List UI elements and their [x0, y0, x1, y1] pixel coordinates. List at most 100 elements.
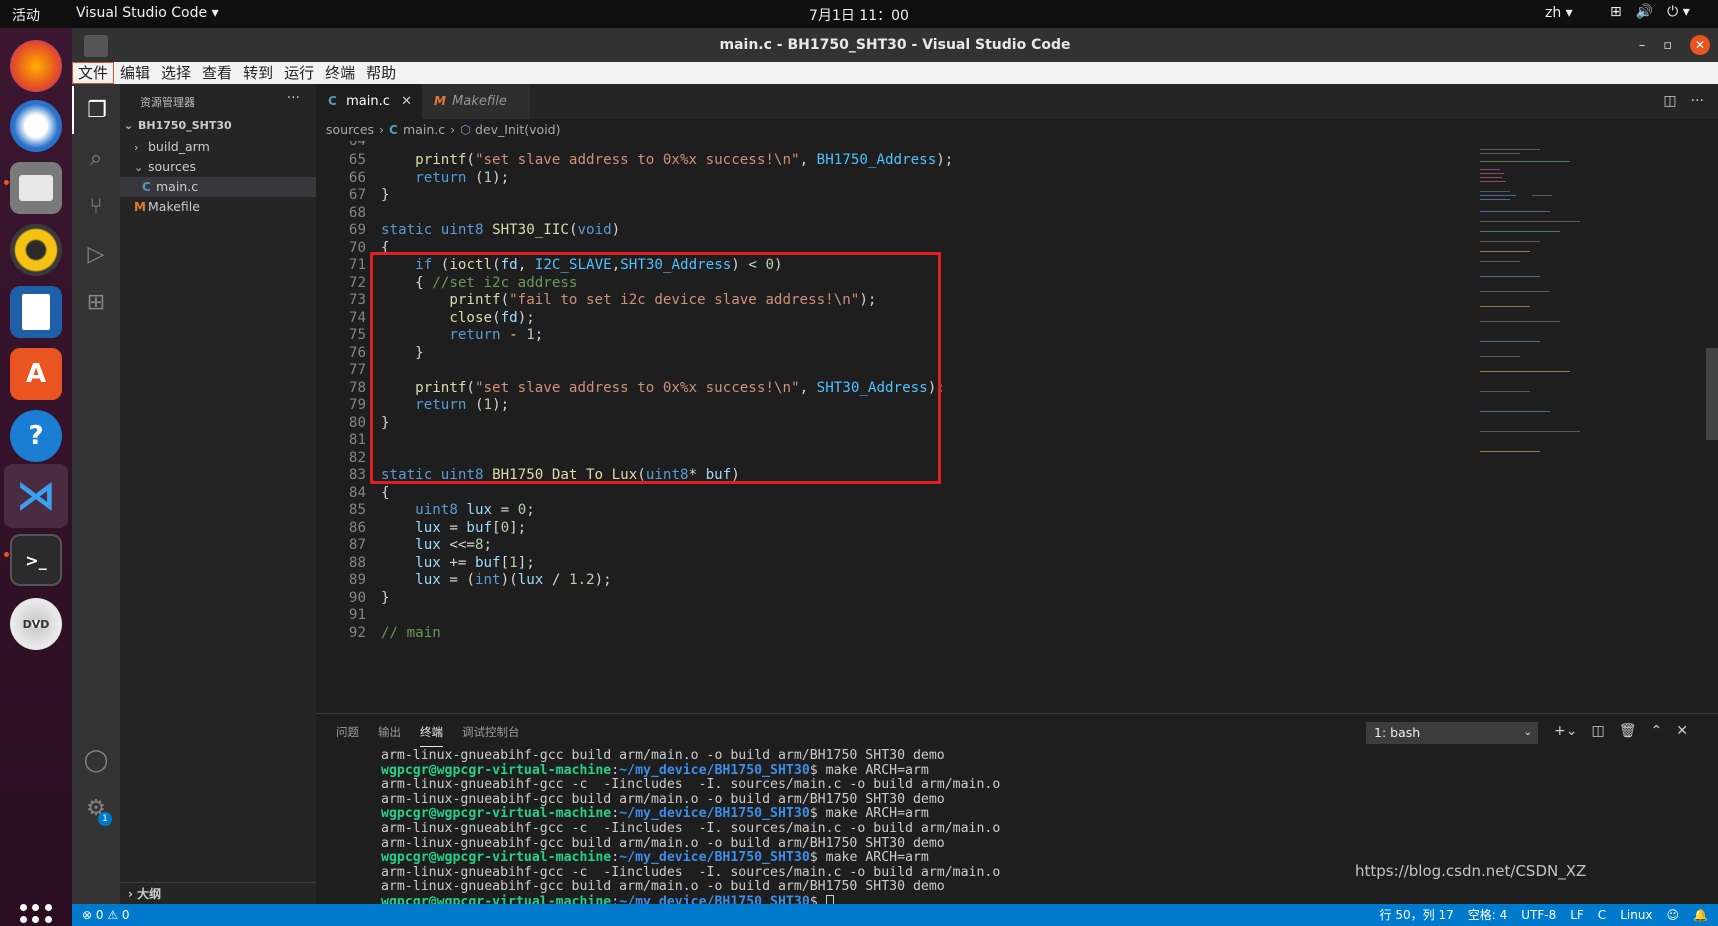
code-line: 84{: [316, 484, 1466, 503]
tab-output[interactable]: 输出: [378, 724, 401, 740]
network-icon[interactable]: ⊞: [1610, 4, 1622, 20]
chevron-down-icon: ⌄: [134, 161, 144, 174]
tab-label: main.c: [346, 94, 390, 109]
window-controls: – ▫ ✕: [1639, 35, 1710, 55]
maximize-panel-icon[interactable]: ⌃: [1650, 723, 1662, 739]
indentation-status[interactable]: 空格: 4: [1468, 904, 1508, 926]
power-icon[interactable]: ⏻ ▾: [1667, 4, 1690, 20]
encoding-status[interactable]: UTF-8: [1521, 904, 1556, 926]
line-number: 70: [348, 239, 366, 256]
code-editor[interactable]: 64 65 printf("set slave address to 0x%x …: [316, 141, 1472, 713]
update-badge: 1: [98, 812, 112, 826]
run-debug-icon[interactable]: ▷: [72, 230, 120, 278]
manage-gear-icon[interactable]: ⚙ 1: [72, 784, 120, 832]
menu-run[interactable]: 运行: [279, 62, 319, 84]
activity-bar: ❐ ⌕ ⑂ ▷ ⊞ ◯ ⚙ 1: [72, 84, 120, 904]
terminal-prompt-line: wgpcgr@wgpcgr-virtual-machine:~/my_devic…: [381, 850, 929, 866]
line-number: 68: [348, 204, 366, 221]
menu-terminal[interactable]: 终端: [320, 62, 360, 84]
breadcrumb-file[interactable]: main.c: [403, 122, 445, 137]
tree-item-main-c[interactable]: Cmain.c: [120, 177, 316, 197]
makefile-icon: M: [434, 94, 446, 108]
rhythmbox-icon[interactable]: [10, 224, 62, 276]
problems-status[interactable]: ⊗ 0 ⚠ 0: [82, 904, 130, 926]
volume-icon[interactable]: 🔊: [1636, 4, 1653, 20]
menu-help[interactable]: 帮助: [361, 62, 401, 84]
libreoffice-writer-icon[interactable]: [10, 286, 62, 338]
line-number: 72: [348, 274, 366, 291]
breadcrumb-folder[interactable]: sources: [326, 122, 374, 137]
terminal-icon[interactable]: >_: [10, 534, 62, 586]
terminal-select[interactable]: 1: bash ⌄: [1366, 722, 1538, 744]
chevron-down-icon: ⌄: [124, 119, 134, 132]
software-center-icon[interactable]: A: [10, 348, 62, 400]
tree-item-sources[interactable]: ⌄ sources: [120, 157, 316, 177]
editor-scrollbar[interactable]: [1706, 348, 1718, 440]
tree-item-label: sources: [148, 159, 197, 174]
line-number: 74: [348, 309, 366, 326]
explorer-more-actions[interactable]: ···: [287, 90, 300, 106]
explorer-icon[interactable]: ❐: [72, 86, 120, 134]
system-tray[interactable]: ⊞ 🔊 ⏻ ▾: [1610, 4, 1690, 20]
split-editor-icon[interactable]: ◫: [1663, 93, 1676, 109]
menu-file[interactable]: 文件: [72, 62, 115, 84]
line-number: 82: [348, 449, 366, 466]
tree-item-build-arm[interactable]: › build_arm: [120, 137, 316, 157]
minimize-icon[interactable]: –: [1639, 38, 1646, 53]
terminal-line: arm-linux-gnueabihf-gcc build arm/main.o…: [381, 835, 945, 851]
thunderbird-icon[interactable]: [10, 100, 62, 152]
line-number: 69: [348, 222, 366, 238]
symbol-method-icon: ⬡: [460, 122, 472, 137]
platform-status[interactable]: Linux: [1620, 904, 1652, 926]
help-icon[interactable]: ?: [10, 410, 62, 462]
terminal-prompt-line: wgpcgr@wgpcgr-virtual-machine:~/my_devic…: [381, 762, 929, 778]
more-actions-icon[interactable]: ···: [1691, 93, 1704, 109]
files-icon[interactable]: [10, 162, 62, 214]
dvd-icon[interactable]: DVD: [10, 598, 62, 650]
kill-terminal-icon[interactable]: 🗑: [1619, 723, 1637, 739]
source-control-icon[interactable]: ⑂: [72, 182, 120, 230]
split-terminal-icon[interactable]: ◫: [1591, 723, 1604, 739]
menu-edit[interactable]: 编辑: [115, 62, 155, 84]
menu-selection[interactable]: 选择: [156, 62, 196, 84]
notifications-icon[interactable]: 🔔: [1693, 904, 1708, 926]
menu-go[interactable]: 转到: [238, 62, 278, 84]
app-menu[interactable]: Visual Studio Code ▾: [76, 5, 219, 21]
feedback-icon[interactable]: ☺: [1667, 904, 1680, 926]
line-number: 86: [348, 519, 366, 536]
minimap[interactable]: [1472, 141, 1718, 713]
clock[interactable]: 7月1日 11：00: [809, 8, 909, 24]
input-language[interactable]: zh ▾: [1545, 5, 1573, 21]
code-line: 87 lux <<=8;: [316, 536, 1466, 555]
breadcrumb-symbol[interactable]: dev_Init(void): [475, 122, 560, 137]
outline-label: 大纲: [137, 887, 162, 901]
tab-debug-console[interactable]: 调试控制台: [462, 724, 520, 740]
extensions-icon[interactable]: ⊞: [72, 278, 120, 326]
cursor-position[interactable]: 行 50，列 17: [1380, 904, 1454, 926]
tree-item-makefile[interactable]: M Makefile: [120, 197, 316, 217]
project-folder[interactable]: ⌄ BH1750_SHT30: [120, 116, 316, 136]
tab-makefile[interactable]: M Makefile: [422, 84, 530, 119]
tab-problems[interactable]: 问题: [336, 724, 359, 740]
new-terminal-icon[interactable]: +⌄: [1554, 723, 1577, 739]
language-mode[interactable]: C: [1598, 904, 1606, 926]
search-icon[interactable]: ⌕: [72, 134, 120, 182]
tab-terminal[interactable]: 终端: [420, 724, 443, 747]
activities-button[interactable]: 活动: [12, 5, 40, 25]
maximize-icon[interactable]: ▫: [1663, 38, 1672, 53]
tab-main-c[interactable]: C main.c ✕: [316, 84, 422, 119]
menu-view[interactable]: 查看: [197, 62, 237, 84]
terminal-output[interactable]: arm-linux-gnueabihf-gcc build arm/main.o…: [381, 748, 1000, 910]
c-file-icon: C: [328, 94, 337, 108]
close-tab-icon[interactable]: ✕: [401, 84, 412, 119]
firefox-icon[interactable]: [10, 40, 62, 92]
clock-container: 7月1日 11：00: [0, 5, 1718, 25]
close-panel-icon[interactable]: ✕: [1676, 723, 1688, 739]
title-bar[interactable]: main.c - BH1750_SHT30 - Visual Studio Co…: [72, 28, 1718, 62]
show-applications-icon[interactable]: [20, 904, 52, 926]
eol-status[interactable]: LF: [1570, 904, 1584, 926]
outline-section[interactable]: › 大纲: [120, 882, 316, 904]
accounts-icon[interactable]: ◯: [72, 736, 120, 784]
close-window-icon[interactable]: ✕: [1690, 35, 1710, 55]
vscode-icon[interactable]: ⋊: [4, 464, 68, 528]
